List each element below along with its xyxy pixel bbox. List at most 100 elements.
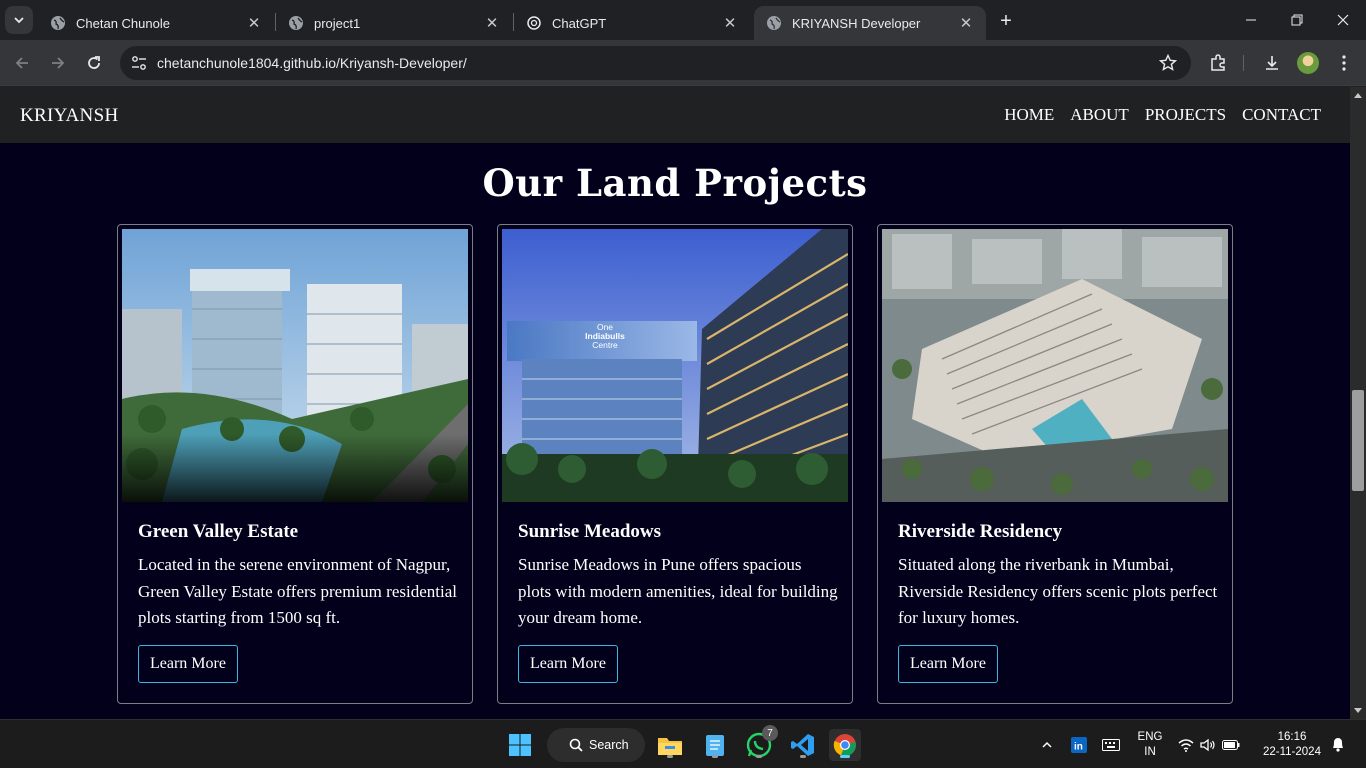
taskbar-notepad[interactable] [699,729,731,761]
linkedin-icon: in [1071,737,1087,753]
project-image-riverside-residency [882,229,1228,502]
bookmark-star-icon[interactable] [1159,54,1177,72]
back-button[interactable] [8,49,36,77]
reload-button[interactable] [80,49,108,77]
extensions-button[interactable] [1204,49,1232,77]
globe-icon [289,16,303,30]
url-text[interactable]: chetanchunole1804.github.io/Kriyansh-Dev… [157,55,467,71]
nav-link-projects[interactable]: PROJECTS [1145,105,1226,125]
tray-linkedin[interactable]: in [1064,730,1094,760]
minimize-button[interactable] [1228,4,1274,36]
running-indicator [756,755,762,758]
windows-taskbar: Search 7 in ENG IN 16:16 22-11-2024 [0,719,1366,768]
browser-tabstrip: Chetan Chunole ✕ project1 ✕ ChatGPT ✕ KR… [0,0,1366,40]
project-card-sunrise-meadows: One Indiabulls Centre Sunrise Meadows Su… [497,224,853,704]
close-tab-icon[interactable]: ✕ [722,15,738,32]
close-tab-icon[interactable]: ✕ [958,15,974,32]
running-indicator [667,755,673,758]
site-brand[interactable]: KRIYANSH [20,105,118,127]
notification-badge: 7 [762,725,778,741]
language-indicator[interactable]: ENG IN [1134,730,1166,760]
tray-overflow-button[interactable] [1032,730,1062,760]
chevron-down-icon [14,17,24,24]
site-navbar: KRIYANSH HOME ABOUT PROJECTS CONTACT [0,87,1350,143]
taskbar-file-explorer[interactable] [654,729,686,761]
download-icon [1266,56,1278,70]
tab-title: ChatGPT [552,15,607,31]
restore-button[interactable] [1274,4,1320,36]
tab-search-button[interactable] [5,6,33,34]
scroll-down-arrow[interactable] [1354,708,1362,713]
close-window-button[interactable] [1320,4,1366,36]
close-tab-icon[interactable]: ✕ [484,15,500,32]
project-title: Green Valley Estate [138,521,299,542]
tab-kriyansh-developer[interactable]: KRIYANSH Developer ✕ [754,6,986,40]
clock[interactable]: 16:16 22-11-2024 [1256,730,1328,760]
downloads-button[interactable] [1258,49,1286,77]
clock-time: 16:16 [1277,731,1307,743]
running-indicator [800,755,806,758]
restore-icon [1291,14,1303,26]
minimize-icon [1246,19,1256,21]
learn-more-button[interactable]: Learn More [898,645,998,683]
quick-settings[interactable] [1174,730,1244,760]
close-tab-icon[interactable]: ✕ [246,15,262,32]
address-bar[interactable]: chetanchunole1804.github.io/Kriyansh-Dev… [120,46,1191,80]
page-scrollbar[interactable] [1350,87,1366,719]
tab-chetan-chunole[interactable]: Chetan Chunole ✕ [38,6,274,40]
toolbar-divider [1243,55,1244,71]
folder-icon [658,738,682,755]
taskbar-chrome[interactable] [829,729,861,761]
puzzle-icon [1211,54,1225,71]
more-vert-icon [1342,55,1346,71]
tab-chatgpt[interactable]: ChatGPT ✕ [514,6,750,40]
nav-links: HOME ABOUT PROJECTS CONTACT [1004,105,1321,125]
start-button[interactable] [504,729,536,761]
project-description: Located in the serene environment of Nag… [138,555,457,627]
scroll-up-arrow[interactable] [1354,93,1362,98]
battery-icon [1222,740,1240,750]
scrollbar-thumb[interactable] [1352,390,1364,491]
forward-button[interactable] [44,49,72,77]
tab-title: KRIYANSH Developer [792,15,921,31]
search-icon [569,738,583,752]
tab-title: project1 [314,15,361,31]
section-title: Our Land Projects [482,161,868,205]
tab-title: Chetan Chunole [76,15,170,31]
region-code: IN [1144,746,1156,758]
svg-text:in: in [1074,742,1083,753]
site-settings-icon[interactable] [130,54,148,72]
chevron-up-icon [1042,741,1052,748]
learn-more-button[interactable]: Learn More [138,645,238,683]
tab-project1[interactable]: project1 ✕ [276,6,512,40]
project-title: Riverside Residency [898,521,1063,542]
close-icon [1337,14,1349,26]
taskbar-vscode[interactable] [787,729,819,761]
nav-link-home[interactable]: HOME [1004,105,1054,125]
new-tab-button[interactable]: + [994,9,1018,33]
search-label: Search [589,738,629,752]
browser-toolbar: chetanchunole1804.github.io/Kriyansh-Dev… [0,40,1366,86]
learn-more-button[interactable]: Learn More [518,645,618,683]
wifi-icon [1178,739,1194,752]
running-indicator [712,755,718,758]
clock-date: 22-11-2024 [1263,746,1321,758]
bell-icon [1333,738,1343,752]
profile-avatar[interactable] [1297,52,1319,74]
notepad-icon [706,735,724,756]
building-sign-line3: Centre [592,340,618,350]
browser-menu-button[interactable] [1330,49,1358,77]
taskbar-whatsapp[interactable]: 7 [743,725,778,761]
chrome-icon [833,734,856,757]
keyboard-icon [1102,739,1120,751]
nav-link-about[interactable]: ABOUT [1070,105,1129,125]
taskbar-search[interactable]: Search [547,728,645,762]
windows-logo-icon [509,734,531,756]
notifications-button[interactable] [1326,732,1350,756]
volume-icon [1200,738,1215,752]
globe-icon [51,16,65,30]
page-viewport: KRIYANSH HOME ABOUT PROJECTS CONTACT Our… [0,87,1366,719]
tray-keyboard[interactable] [1096,730,1126,760]
project-image-sunrise-meadows: One Indiabulls Centre [502,229,848,502]
nav-link-contact[interactable]: CONTACT [1242,105,1321,125]
